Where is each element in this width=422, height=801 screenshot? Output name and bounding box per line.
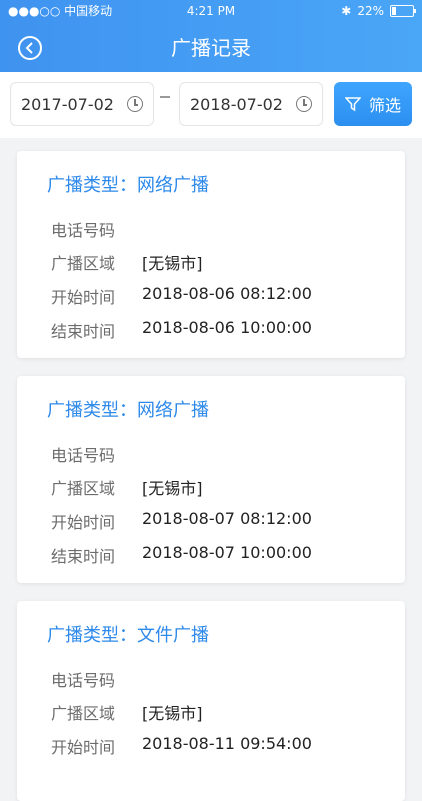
record-card[interactable]: 广播类型：文件广播 电话号码 广播区域 [无锡市] 开始时间 2018-08-1… <box>17 601 405 801</box>
phone-label: 电话号码 <box>51 671 116 690</box>
start-time-label: 开始时间 <box>51 288 116 307</box>
app-header: ●●●○○ 中国移动 4:21 PM ✱ 22% 广播记录 <box>0 0 422 72</box>
start-time-value: 2018-08-06 08:12:00 <box>142 284 312 303</box>
record-card[interactable]: 广播类型：网络广播 电话号码 广播区域 [无锡市] 开始时间 2018-08-0… <box>17 151 405 358</box>
battery-icon <box>390 5 416 17</box>
battery-percent: 22% <box>357 4 384 18</box>
end-date-value: 2018-07-02 <box>190 94 283 114</box>
bluetooth-icon: ✱ <box>341 4 352 18</box>
start-date-picker[interactable]: 2017-07-02 <box>10 82 154 126</box>
phone-label: 电话号码 <box>51 446 116 465</box>
filter-label: 筛选 <box>368 96 401 115</box>
start-time-value: 2018-08-11 09:54:00 <box>142 734 312 753</box>
record-type: 广播类型：网络广播 <box>47 400 209 421</box>
battery-indicator: ✱ 22% <box>341 0 416 22</box>
area-value: [无锡市] <box>142 479 203 498</box>
date-range-separator <box>160 96 170 98</box>
filter-icon <box>344 97 361 112</box>
end-date-picker[interactable]: 2018-07-02 <box>179 82 323 126</box>
filter-button[interactable]: 筛选 <box>334 82 412 126</box>
record-type: 广播类型：文件广播 <box>47 625 209 646</box>
end-time-value: 2018-08-06 10:00:00 <box>142 318 312 337</box>
phone-row: 电话号码 <box>51 217 142 241</box>
start-time-label: 开始时间 <box>51 513 116 532</box>
start-time-row: 开始时间 2018-08-11 09:54:00 <box>51 734 312 758</box>
phone-label: 电话号码 <box>51 221 116 240</box>
area-value: [无锡市] <box>142 254 203 273</box>
clock-icon <box>296 96 312 112</box>
record-type: 广播类型：网络广播 <box>47 175 209 196</box>
phone-row: 电话号码 <box>51 442 142 466</box>
end-time-value: 2018-08-07 10:00:00 <box>142 543 312 562</box>
area-label: 广播区域 <box>51 254 116 273</box>
end-time-row: 结束时间 2018-08-07 10:00:00 <box>51 543 312 567</box>
start-time-row: 开始时间 2018-08-07 08:12:00 <box>51 509 312 533</box>
area-label: 广播区域 <box>51 704 116 723</box>
area-row: 广播区域 [无锡市] <box>51 700 203 724</box>
page-title: 广播记录 <box>171 36 251 60</box>
record-card[interactable]: 广播类型：网络广播 电话号码 广播区域 [无锡市] 开始时间 2018-08-0… <box>17 376 405 583</box>
start-time-row: 开始时间 2018-08-06 08:12:00 <box>51 284 312 308</box>
area-label: 广播区域 <box>51 479 116 498</box>
phone-row: 电话号码 <box>51 667 142 691</box>
end-time-label: 结束时间 <box>51 322 116 341</box>
area-row: 广播区域 [无锡市] <box>51 250 203 274</box>
area-row: 广播区域 [无锡市] <box>51 475 203 499</box>
end-time-row: 结束时间 2018-08-06 10:00:00 <box>51 318 312 342</box>
area-value: [无锡市] <box>142 704 203 723</box>
end-time-label: 结束时间 <box>51 547 116 566</box>
start-time-value: 2018-08-07 08:12:00 <box>142 509 312 528</box>
start-time-label: 开始时间 <box>51 738 116 757</box>
clock-icon <box>127 96 143 112</box>
date-filter-bar: 2017-07-02 2018-07-02 筛选 <box>0 72 422 138</box>
status-bar: ●●●○○ 中国移动 4:21 PM ✱ 22% <box>0 0 422 22</box>
start-date-value: 2017-07-02 <box>21 94 114 114</box>
